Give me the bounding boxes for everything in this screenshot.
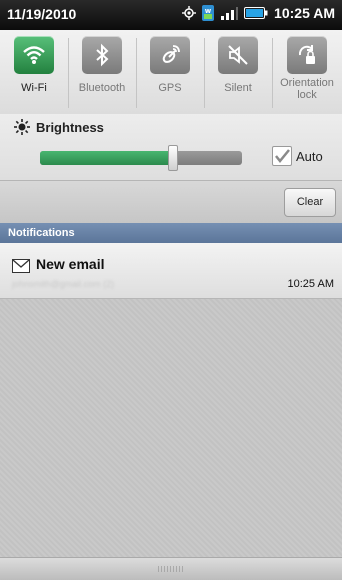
notification-item-email[interactable]: New email johnsmith@gmail.com (2) 10:25 … [0,243,342,299]
brightness-panel: Brightness Auto [0,114,342,181]
drag-handle[interactable] [0,557,342,580]
notification-title: New email [36,256,105,272]
orientation-lock-icon [298,45,315,64]
status-icons: w 10:25 AM [182,5,335,21]
battery-icon [244,6,268,20]
bluetooth-tile [82,36,122,74]
auto-label: Auto [296,148,323,164]
wifi-label: Wi-Fi [21,82,47,94]
brightness-slider-fill [40,151,173,165]
email-icon [12,259,30,278]
wifi-tile [14,36,54,74]
silent-label: Silent [224,82,252,94]
quick-settings-bar: Wi-Fi Bluetooth GPS Silent Orientation lo… [0,30,342,115]
silent-icon [228,45,248,65]
auto-brightness-toggle[interactable]: Auto [272,146,323,166]
wifi-icon [23,46,45,64]
orientation-lock-label: Orientation lock [280,77,334,101]
bluetooth-label: Bluetooth [78,82,126,94]
notification-area-background [0,299,342,557]
gps-icon [162,45,180,63]
wifi-badge-icon: w [202,5,215,21]
wifi-toggle[interactable]: Wi-Fi [0,30,68,114]
clear-button[interactable]: Clear [284,188,336,217]
brightness-title: Brightness [36,120,104,135]
brightness-slider[interactable] [40,145,242,171]
orientation-lock-toggle[interactable]: Orientation lock [272,30,342,114]
brightness-icon [14,119,30,140]
status-time: 10:25 AM [274,5,335,21]
status-date: 11/19/2010 [7,6,77,22]
grip-icon [158,566,184,572]
gps-tile [150,36,190,74]
status-bar: 11/19/2010 w 10:25 AM [0,0,342,30]
svg-text:w: w [205,7,212,15]
silent-toggle[interactable]: Silent [204,30,272,114]
gps-label: GPS [158,82,182,94]
orientation-lock-tile [287,36,327,74]
auto-checkbox[interactable] [272,146,292,166]
bluetooth-toggle[interactable]: Bluetooth [68,30,136,114]
notifications-header: Notifications [0,223,342,243]
notification-subtitle: johnsmith@gmail.com (2) [12,279,115,289]
gps-toggle[interactable]: GPS [136,30,204,114]
silent-tile [218,36,258,74]
brightness-slider-thumb[interactable] [168,145,178,171]
signal-icon [220,6,239,20]
clear-row: Clear [0,181,342,223]
gps-icon [182,6,197,20]
notification-time: 10:25 AM [287,278,334,290]
checkmark-icon [275,149,290,163]
bluetooth-icon [96,43,109,67]
